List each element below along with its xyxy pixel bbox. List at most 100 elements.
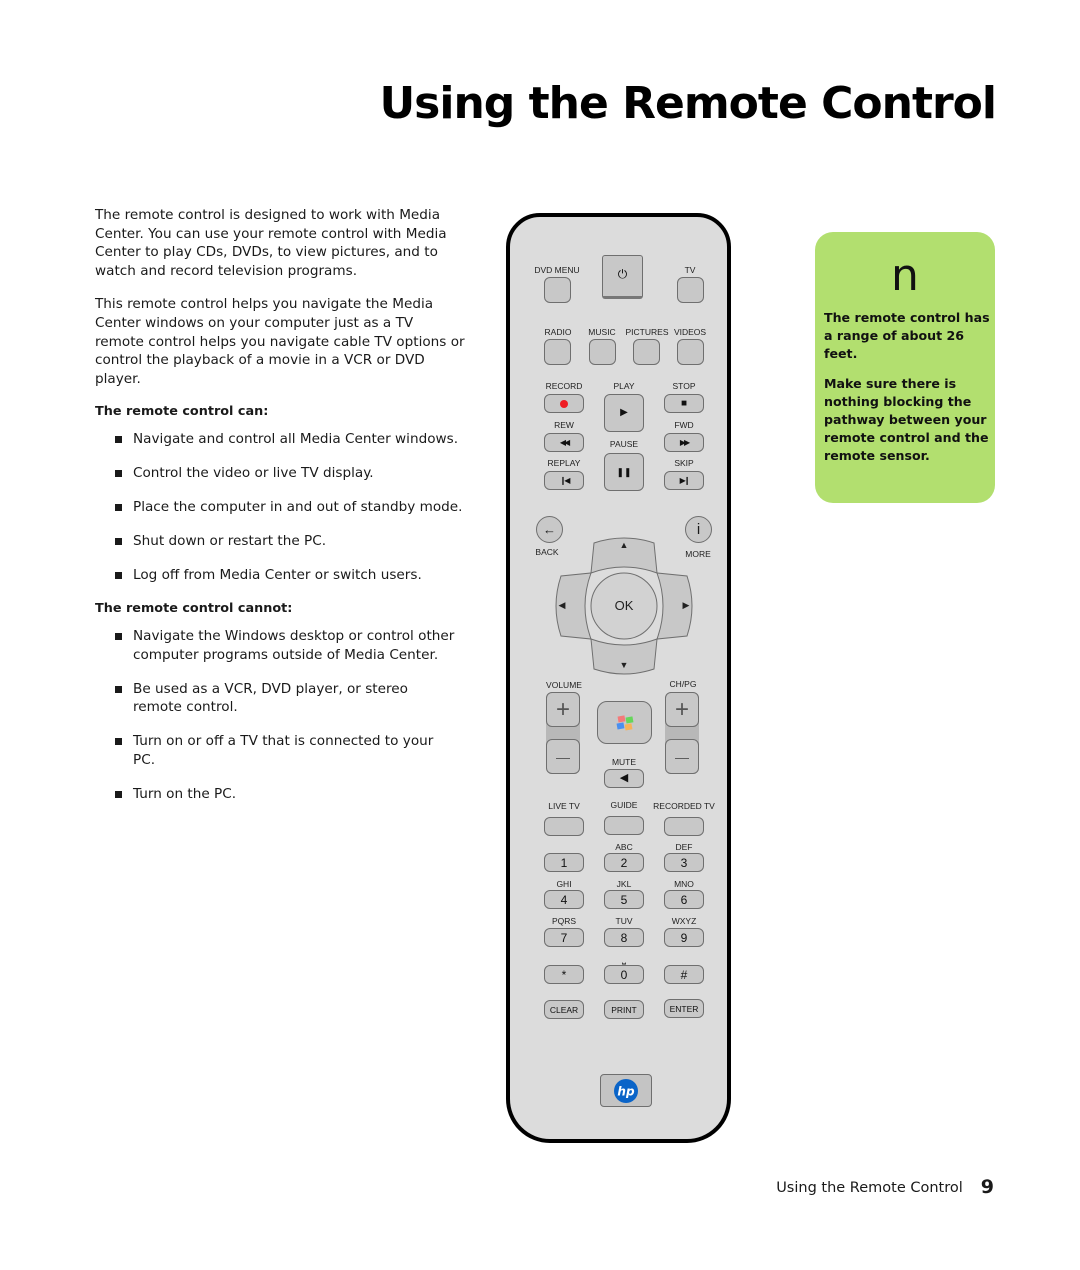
ok-label: OK (614, 598, 634, 613)
replay-button[interactable]: ❙◀ (544, 471, 584, 490)
guide-label: GUIDE (610, 800, 638, 810)
hp-logo-icon: hp (614, 1078, 638, 1103)
fwd-label: FWD (674, 420, 694, 430)
list-item: Be used as a VCR, DVD player, or stereo … (95, 680, 465, 717)
speaker-icon: ◀ (619, 772, 629, 784)
recorded-tv-button[interactable] (664, 817, 704, 836)
dvd-menu-button[interactable] (544, 277, 571, 303)
keypad-button-8[interactable]: 8 (604, 928, 644, 947)
power-icon: ⏻ (617, 267, 628, 281)
key-letters: MNO (674, 879, 694, 889)
key-letters: DEF (675, 842, 693, 852)
down-arrow-icon: ▼ (619, 660, 629, 670)
stop-icon: ■ (680, 397, 688, 409)
stop-label: STOP (672, 381, 696, 391)
intro-paragraph: This remote control helps you navigate t… (95, 296, 465, 387)
enter-button[interactable]: ENTER (664, 999, 704, 1018)
up-arrow-icon: ▲ (619, 540, 629, 550)
rew-button[interactable]: ◀◀ (544, 433, 584, 452)
skip-button[interactable]: ▶❙ (664, 471, 704, 490)
live-tv-button[interactable] (544, 817, 584, 836)
replay-label: REPLAY (547, 458, 581, 468)
list-item: Shut down or restart the PC. (95, 532, 465, 551)
remote-control-illustration: DVD MENU ⏻ TV RADIO MUSIC PICTURES VIDEO… (506, 213, 731, 1143)
stop-button[interactable]: ■ (664, 394, 704, 413)
skip-label: SKIP (674, 458, 694, 468)
rew-label: REW (554, 420, 574, 430)
callout-paragraph: Make sure there is nothing blocking the … (824, 376, 989, 463)
volume-up-button[interactable]: + (546, 692, 580, 727)
volume-down-button[interactable]: — (546, 739, 580, 774)
minus-icon: — (556, 748, 570, 765)
keypad-button-star[interactable]: * (544, 965, 584, 984)
list-item: Turn on the PC. (95, 785, 465, 804)
play-label: PLAY (613, 381, 635, 391)
volume-label: VOLUME (546, 680, 582, 690)
list-item: Log off from Media Center or switch user… (95, 566, 465, 585)
videos-button[interactable] (677, 339, 704, 365)
keypad-button-6[interactable]: 6 (664, 890, 704, 909)
keypad-button-5[interactable]: 5 (604, 890, 644, 909)
cannot-heading: The remote control cannot: (95, 601, 293, 617)
mute-label: MUTE (611, 757, 637, 767)
left-arrow-icon: ◀ (558, 600, 566, 610)
recorded-tv-label: RECORDED TV (653, 801, 715, 811)
keypad-button-4[interactable]: 4 (544, 890, 584, 909)
can-heading: The remote control can: (95, 404, 269, 420)
bullet-icon (115, 791, 122, 799)
footer-section-title: Using the Remote Control (776, 1180, 963, 1196)
note-callout: n The remote control has a range of abou… (815, 232, 995, 503)
channel-down-button[interactable]: — (665, 739, 699, 774)
key-letters: PQRS (551, 916, 577, 926)
hp-logo-plate: hp (600, 1074, 652, 1107)
page-number: 9 (980, 1176, 994, 1198)
keypad-button-3[interactable]: 3 (664, 853, 704, 872)
plus-icon: + (555, 695, 570, 723)
callout-paragraph: The remote control has a range of about … (824, 310, 990, 361)
svg-text:hp: hp (617, 1084, 635, 1098)
keypad-button-7[interactable]: 7 (544, 928, 584, 947)
skip-icon: ▶❙ (679, 475, 691, 485)
play-button[interactable]: ▶ (604, 394, 644, 432)
intro-paragraph: The remote control is designed to work w… (95, 207, 447, 279)
music-button[interactable] (589, 339, 616, 365)
clear-button[interactable]: CLEAR (544, 1000, 584, 1019)
keypad-button-9[interactable]: 9 (664, 928, 704, 947)
keypad-button-hash[interactable]: # (664, 965, 704, 984)
mute-button[interactable]: ◀ (604, 769, 644, 788)
keypad-button-2[interactable]: 2 (604, 853, 644, 872)
keypad-button-1[interactable]: 1 (544, 853, 584, 872)
windows-start-button[interactable] (597, 701, 652, 744)
key-letters: WXYZ (671, 916, 697, 926)
record-label: RECORD (545, 381, 583, 391)
guide-button[interactable] (604, 816, 644, 835)
body-text: The remote control is designed to work w… (95, 206, 465, 819)
page-title: Using the Remote Control (379, 78, 997, 129)
bullet-icon (115, 538, 122, 546)
bullet-icon (115, 504, 122, 512)
record-button[interactable] (544, 394, 584, 413)
key-letters: TUV (615, 916, 633, 926)
fwd-button[interactable]: ▶▶ (664, 433, 704, 452)
key-letters: ABC (615, 842, 633, 852)
key-letters: GHI (556, 879, 572, 889)
callout-text: The remote control has a range of about … (824, 309, 992, 477)
tv-button[interactable] (677, 277, 704, 303)
replay-icon: ❙◀ (559, 475, 571, 485)
windows-logo-icon (616, 714, 633, 730)
page-footer: Using the Remote Control 9 (776, 1175, 994, 1198)
channel-up-button[interactable]: + (665, 692, 699, 727)
bullet-icon (115, 435, 122, 443)
dvd-menu-label: DVD MENU (534, 265, 580, 275)
pause-button[interactable]: ❚❚ (604, 453, 644, 491)
bullet-icon (115, 633, 122, 640)
keypad-button-0[interactable]: 0 (604, 965, 644, 984)
power-button[interactable]: ⏻ (602, 255, 643, 299)
print-button[interactable]: PRINT (604, 1000, 644, 1019)
pictures-button[interactable] (633, 339, 660, 365)
radio-button[interactable] (544, 339, 571, 365)
fast-forward-icon: ▶▶ (679, 437, 690, 447)
list-item: Turn on or off a TV that is connected to… (95, 732, 465, 769)
music-label: MUSIC (588, 327, 616, 337)
pictures-label: PICTURES (625, 327, 669, 337)
